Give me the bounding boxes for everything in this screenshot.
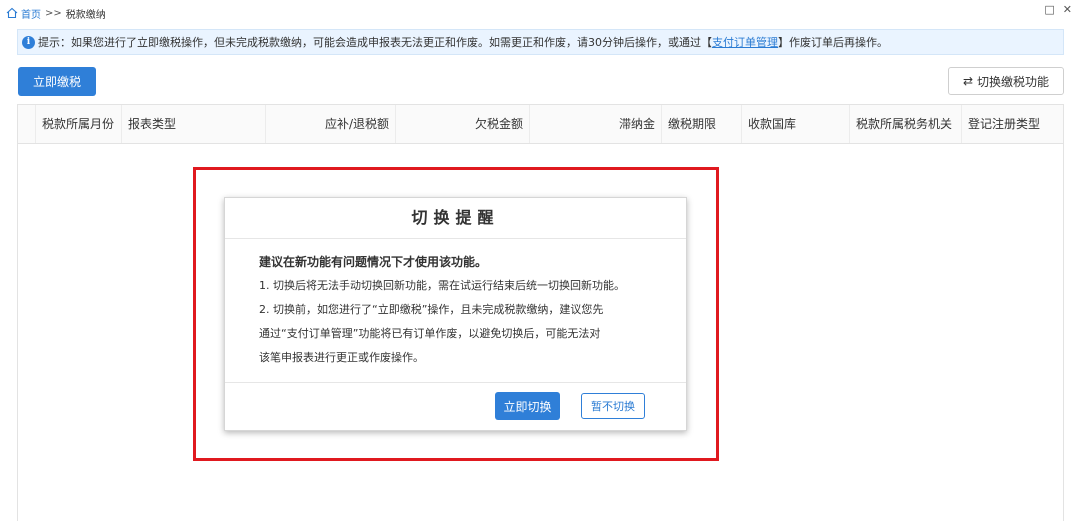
breadcrumb: 首页 >> 税款缴纳 [6, 5, 106, 21]
column-header: 登记注册类型 [968, 117, 1041, 131]
column-header: 报表类型 [122, 105, 266, 143]
checkbox-column-header [18, 105, 36, 143]
dialog-body: 建议在新功能有问题情况下才使用该功能。 1. 切换后将无法手动切换回新功能，需在… [225, 239, 686, 365]
column-header: 税款所属税务机关 [850, 105, 962, 143]
notice-text-after: 】作废订单后再操作。 [778, 36, 888, 49]
breadcrumb-home-link[interactable]: 首页 [21, 6, 41, 21]
notice-text-before: 提示：如果您进行了立即缴税操作，但未完成税款缴纳，可能会造成申报表无法更正和作废… [38, 36, 712, 49]
column-header: 滞纳金 [530, 105, 662, 143]
window-controls: □ ✕ [1044, 3, 1072, 16]
pay-now-button[interactable]: 立即缴税 [18, 67, 96, 96]
column-header: 缴税期限 [662, 105, 742, 143]
info-icon: i [22, 35, 35, 49]
dialog-line: 通过“支付订单管理”功能将已有订单作废，以避免切换后，可能无法对 [259, 327, 601, 340]
payment-order-link[interactable]: 支付订单管理 [712, 34, 778, 50]
switch-function-button[interactable]: ⇄ 切换缴税功能 [948, 67, 1064, 95]
column-header: 税款所属月份 [36, 105, 122, 143]
column-header: 应补/退税额 [266, 105, 396, 143]
notice-bar: i 提示：如果您进行了立即缴税操作，但未完成税款缴纳，可能会造成申报表无法更正和… [17, 29, 1064, 55]
table-header: 税款所属月份 报表类型 应补/退税额 欠税金额 滞纳金 缴税期限 收款国库 税款… [18, 104, 1063, 144]
dialog-line: 该笔申报表进行更正或作废操作。 [259, 351, 424, 364]
column-header: 欠税金额 [396, 105, 530, 143]
dialog-footer: 立即切换 暂不切换 [225, 382, 686, 430]
switch-reminder-dialog: 切换提醒 建议在新功能有问题情况下才使用该功能。 1. 切换后将无法手动切换回新… [224, 197, 687, 431]
close-icon[interactable]: ✕ [1063, 3, 1072, 16]
dialog-line: 2. 切换前，如您进行了“立即缴税”操作，且未完成税款缴纳，建议您先 [259, 303, 604, 316]
dialog-title: 切换提醒 [225, 198, 686, 239]
restore-icon[interactable]: □ [1044, 3, 1054, 16]
breadcrumb-separator: >> [45, 7, 62, 19]
dialog-lead-text: 建议在新功能有问题情况下才使用该功能。 [259, 255, 488, 269]
switch-icon: ⇄ [962, 74, 974, 88]
dialog-line: 1. 切换后将无法手动切换回新功能，需在试运行结束后统一切换回新功能。 [259, 279, 625, 292]
not-switch-button[interactable]: 暂不切换 [581, 393, 645, 419]
home-icon[interactable] [6, 7, 18, 19]
switch-function-label: 切换缴税功能 [977, 74, 1050, 89]
breadcrumb-current: 税款缴纳 [65, 9, 106, 21]
column-header: 收款国库 [742, 105, 850, 143]
switch-now-button[interactable]: 立即切换 [495, 392, 560, 420]
